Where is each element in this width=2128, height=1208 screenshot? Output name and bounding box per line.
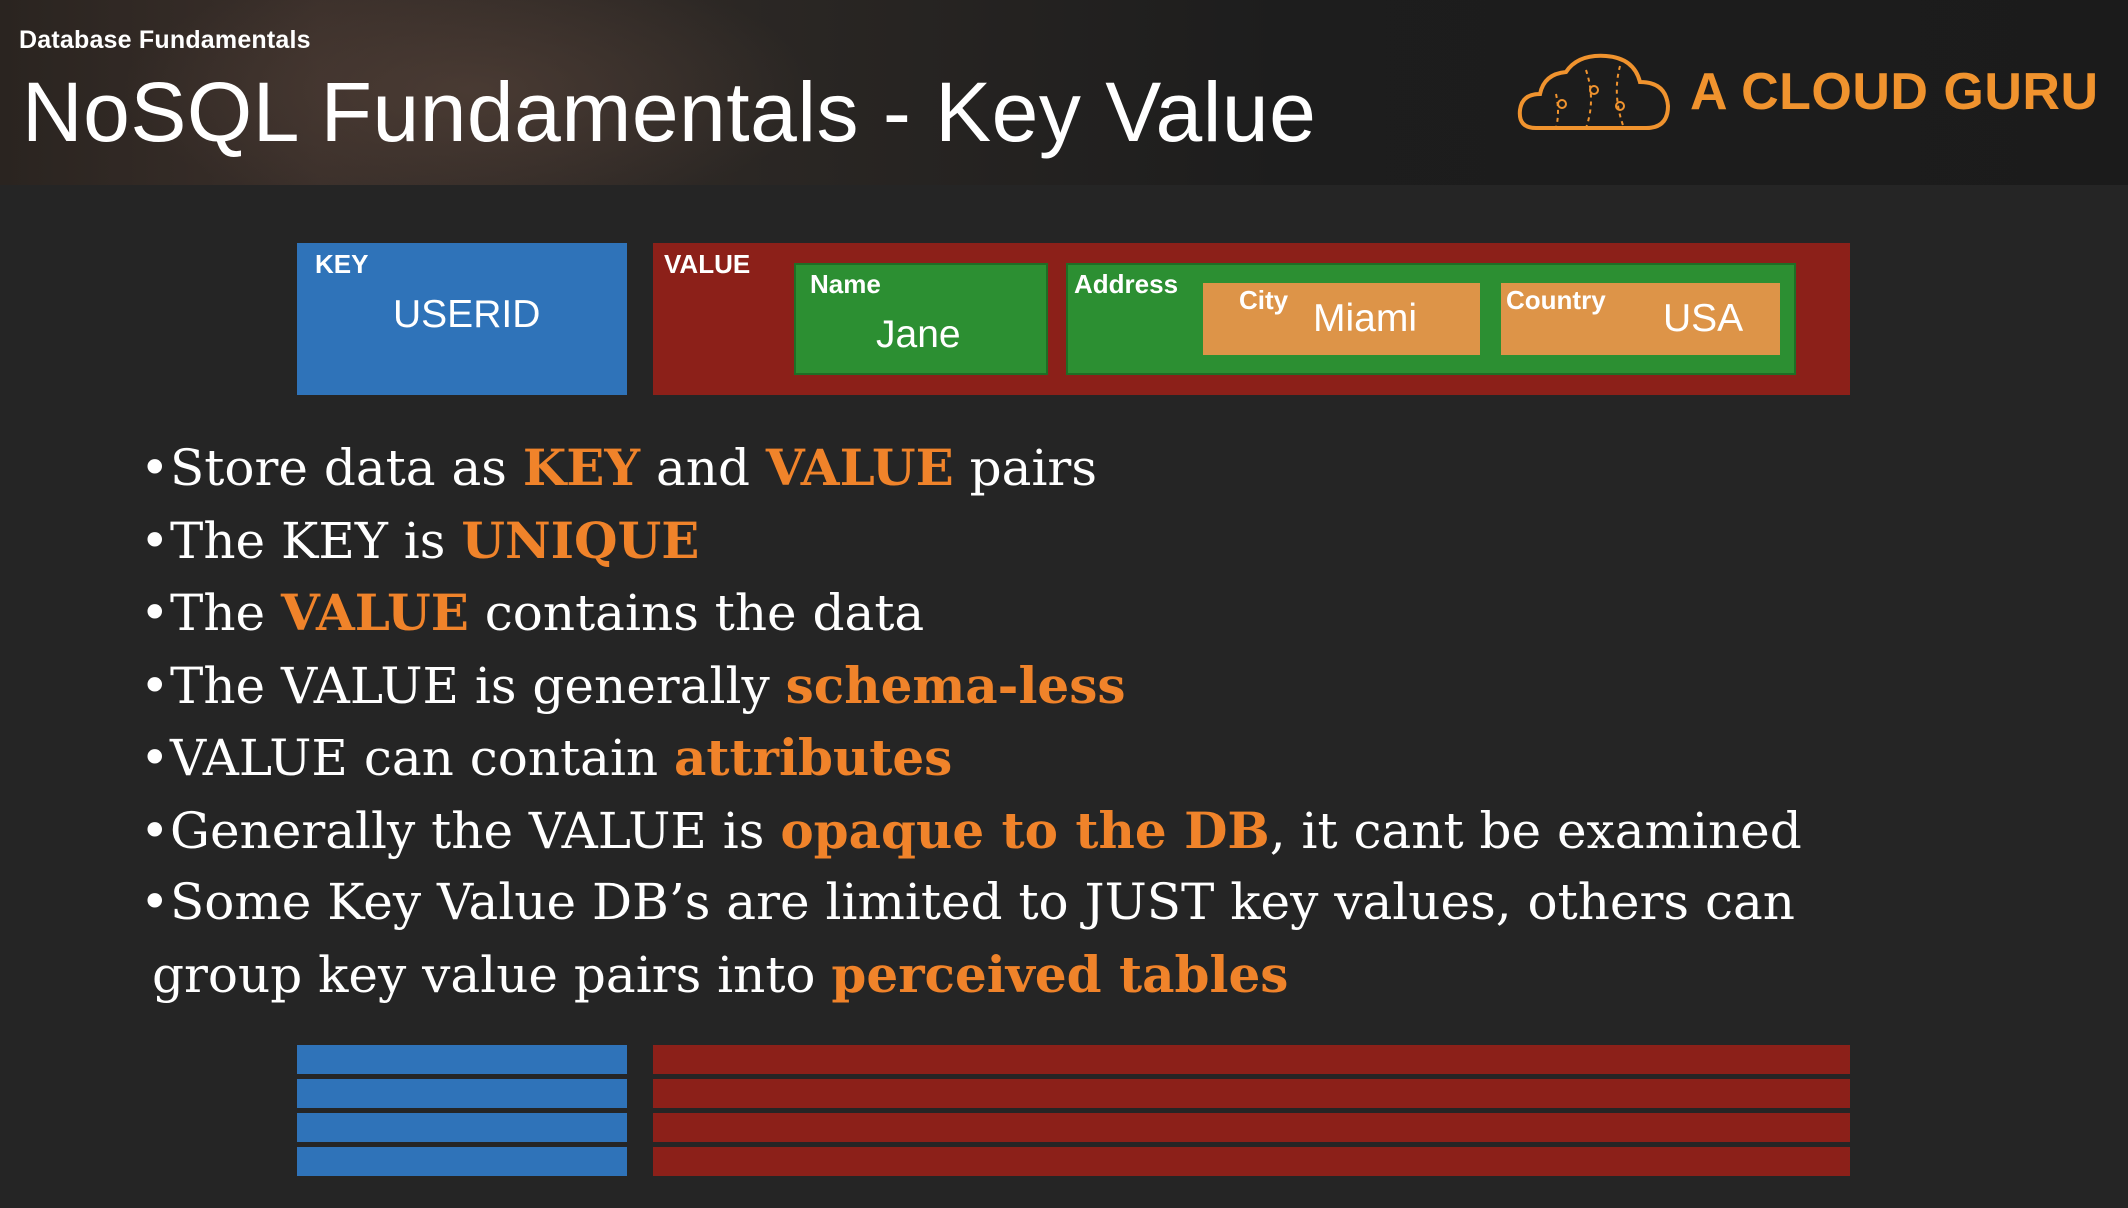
bullet-item: •VALUE can contain attributes [140, 722, 2090, 795]
city-value: Miami [1313, 297, 1417, 340]
country-attribute-box: Country USA [1501, 283, 1780, 355]
highlighted-text: UNIQUE [461, 510, 700, 570]
key-row-stripe [297, 1045, 627, 1074]
bullet-text: and [640, 439, 766, 497]
bullet-text: The KEY is [170, 511, 462, 570]
bullet-text: , it cant be examined [1269, 801, 1802, 860]
slide-title: NoSQL Fundamentals - Key Value [22, 65, 1317, 159]
brand-name: A CLOUD GURU [1690, 63, 2099, 121]
bullet-item: •The KEY is UNIQUE [140, 505, 2090, 578]
key-row-stripe [297, 1113, 627, 1142]
bullet-item: •Generally the VALUE is opaque to the DB… [140, 795, 2090, 868]
bullet-marker: • [140, 511, 170, 570]
bullet-list: •Store data as KEY and VALUE pairs •The K… [140, 432, 2090, 1011]
bullet-marker: • [140, 873, 170, 931]
bullet-text: pairs [953, 439, 1097, 497]
bullet-marker: • [140, 439, 170, 497]
city-label: City [1239, 285, 1289, 315]
bullet-item: group key value pairs into perceived tab… [140, 939, 2090, 1012]
bullet-item: •The VALUE is generally schema-less [140, 650, 2090, 723]
bullet-text: Generally the VALUE is [170, 801, 781, 860]
bullet-item: •Some Key Value DB’s are limited to JUST… [140, 867, 2090, 939]
city-attribute-box: City Miami [1203, 283, 1480, 355]
bullet-text: The VALUE is generally [170, 656, 786, 715]
key-box: KEY USERID [297, 243, 627, 395]
bullet-marker: • [140, 729, 170, 787]
bullet-item: •The VALUE contains the data [140, 577, 2090, 650]
bullet-text: VALUE can contain [170, 729, 675, 787]
bullet-marker: • [140, 801, 170, 860]
highlighted-text: VALUE [281, 583, 469, 642]
name-attribute-box: Name Jane [794, 263, 1048, 375]
bullet-text: contains the data [468, 584, 925, 642]
key-label: KEY [315, 249, 369, 279]
cloud-logo-icon [1517, 53, 1671, 130]
bullet-text: The [170, 584, 282, 642]
highlighted-text: VALUE [765, 438, 954, 497]
bullet-text: group key value pairs into [152, 945, 832, 1004]
slide-header: Database Fundamentals NoSQL Fundamentals… [0, 0, 2128, 185]
key-value: USERID [393, 293, 541, 336]
country-value: USA [1663, 297, 1744, 340]
highlighted-text: opaque to the DB [780, 800, 1270, 860]
value-row-stripe [653, 1147, 1850, 1176]
highlighted-text: perceived tables [831, 944, 1289, 1004]
value-row-stripe [653, 1045, 1850, 1074]
name-value: Jane [876, 313, 961, 356]
name-label: Name [810, 269, 881, 299]
value-label: VALUE [664, 249, 751, 279]
key-row-stripe [297, 1147, 627, 1176]
highlighted-text: attributes [674, 728, 953, 787]
country-label: Country [1506, 285, 1606, 315]
bullet-text: Some Key Value DB’s are limited to JUST … [170, 873, 1795, 931]
value-row-stripe [653, 1113, 1850, 1142]
bullet-marker: • [140, 656, 170, 715]
highlighted-text: KEY [522, 438, 641, 497]
address-label: Address [1074, 269, 1179, 299]
highlighted-text: schema-less [785, 655, 1126, 715]
key-row-stripe [297, 1079, 627, 1108]
bullet-marker: • [140, 584, 170, 642]
course-title: Database Fundamentals [19, 26, 311, 54]
value-row-stripe [653, 1079, 1850, 1108]
bullet-text: Store data as [170, 439, 523, 497]
bullet-item: •Store data as KEY and VALUE pairs [140, 432, 2090, 505]
